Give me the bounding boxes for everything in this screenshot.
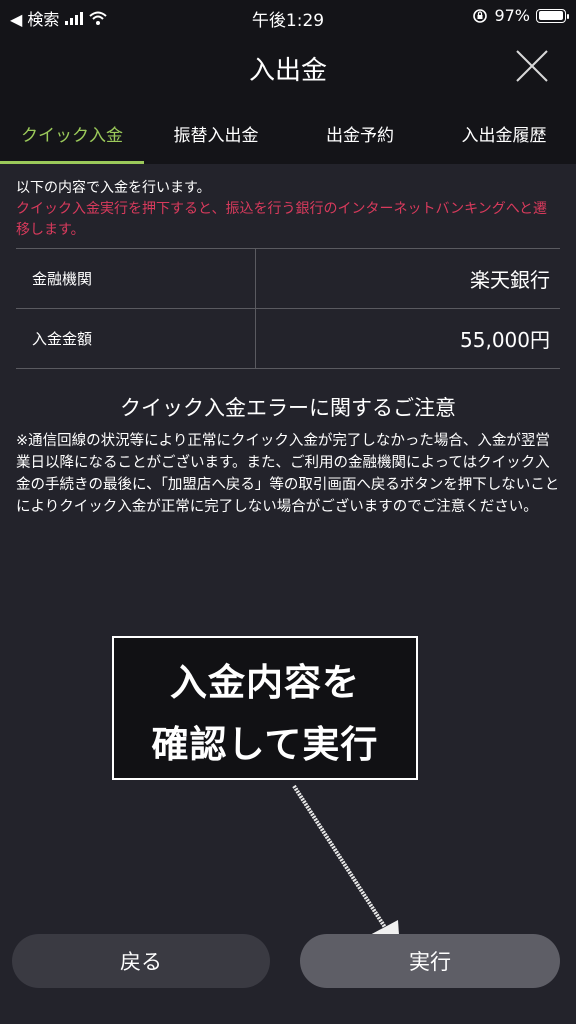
institution-value: 楽天銀行 <box>470 268 550 292</box>
table-row: 金融機関 楽天銀行 <box>16 249 560 309</box>
institution-label: 金融機関 <box>16 249 256 308</box>
close-button[interactable] <box>514 48 550 84</box>
amount-value: 55,000円 <box>460 328 550 352</box>
deposit-details-table: 金融機関 楽天銀行 入金金額 55,000円 <box>16 248 560 369</box>
caution-title: クイック入金エラーに関するご注意 <box>120 396 456 420</box>
amount-label: 入金金額 <box>16 309 256 368</box>
battery-icon <box>536 8 569 23</box>
tab-transfer[interactable]: 振替入出金 <box>144 102 288 164</box>
execute-button[interactable]: 実行 <box>300 934 560 988</box>
tab-withdrawal-reservation[interactable]: 出金予約 <box>288 102 432 164</box>
back-button[interactable]: 戻る <box>12 934 270 988</box>
deposit-notice: 以下の内容で入金を行います。 クイック入金実行を押下すると、振込を行う銀行のイン… <box>16 178 560 241</box>
callout-line-1: 入金内容を <box>170 661 360 704</box>
header: 入出金 <box>0 34 576 102</box>
status-bar: ◀ 検索 午後1:29 97% <box>0 0 576 34</box>
close-icon[interactable] <box>514 48 550 84</box>
tab-history[interactable]: 入出金履歴 <box>432 102 576 164</box>
notice-text: 以下の内容で入金を行います。 <box>16 180 211 196</box>
tab-bar: クイック入金 振替入出金 出金予約 入出金履歴 <box>0 102 576 164</box>
battery-percent: 97% <box>494 6 530 25</box>
callout-line-2: 確認して実行 <box>151 723 379 766</box>
orientation-lock-icon <box>473 8 488 23</box>
table-row: 入金金額 55,000円 <box>16 309 560 369</box>
caution-body: ※通信回線の状況等により正常にクイック入金が完了しなかった場合、入金が翌営業日以… <box>16 433 560 515</box>
notice-warning: クイック入金実行を押下すると、振込を行う銀行のインターネットバンキングへと遷移し… <box>16 201 548 238</box>
page-title: 入出金 <box>248 56 327 86</box>
tab-quick-deposit[interactable]: クイック入金 <box>0 102 144 164</box>
annotation-callout: 入金内容を 確認して実行 <box>112 636 418 780</box>
